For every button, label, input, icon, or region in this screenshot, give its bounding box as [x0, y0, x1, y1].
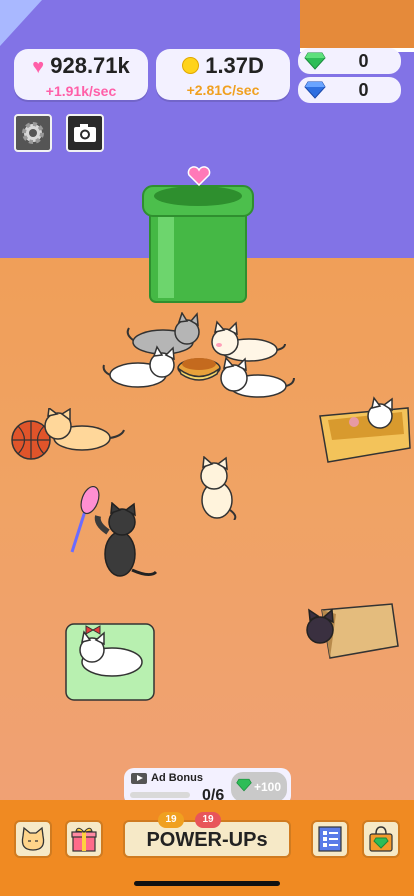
blue-gem-icon: [304, 81, 326, 99]
gift-button[interactable]: [65, 820, 103, 858]
cat-collection-button[interactable]: [14, 820, 52, 858]
heart-icon: ♥: [32, 56, 45, 78]
gift-icon: [71, 827, 97, 852]
coins-counter: 1.37D +2.81C/sec: [156, 49, 290, 100]
camera-button[interactable]: [66, 114, 104, 152]
hearts-rate: +1.91k/sec: [45, 83, 117, 99]
shopping-bag-icon: [369, 826, 393, 852]
cat-white-eating[interactable]: [102, 345, 182, 391]
blue-gem-counter: 0: [298, 77, 401, 103]
ad-progress-bar: [130, 792, 190, 798]
gear-icon: [22, 122, 44, 144]
green-gem-icon: [304, 52, 326, 70]
power-ups-badge-left: 19: [158, 812, 184, 828]
paper-bag-cat[interactable]: [300, 600, 402, 662]
green-gem-counter: 0: [298, 48, 401, 74]
camera-icon: [74, 124, 96, 142]
green-gem-icon: [236, 778, 252, 792]
coins-rate: +2.81C/sec: [186, 82, 260, 98]
play-triangle-icon: [137, 775, 143, 781]
cat-black-playing[interactable]: [92, 502, 160, 582]
cardboard-box-cat[interactable]: [318, 396, 412, 466]
cat-cream-sitting[interactable]: [194, 456, 240, 520]
heart-icon: [187, 166, 211, 186]
hearts-value: 928.71k: [50, 53, 130, 78]
game-screen: ♥ 928.71k +1.91k/sec 1.37D +2.81C/sec 0 …: [0, 0, 414, 896]
home-indicator: [134, 881, 280, 886]
coins-value: 1.37D: [205, 53, 264, 78]
ad-bonus-label: Ad Bonus: [151, 772, 203, 784]
gem-shop-button[interactable]: [362, 820, 400, 858]
hearts-counter: ♥ 928.71k +1.91k/sec: [14, 49, 148, 100]
green-gem-value: 0: [358, 50, 369, 71]
cat-orange-lying[interactable]: [40, 408, 126, 456]
checklist-button[interactable]: [311, 820, 349, 858]
settings-button[interactable]: [14, 114, 52, 152]
cushion-cat[interactable]: [62, 620, 158, 704]
coin-icon: [182, 57, 200, 74]
blue-gem-value: 0: [358, 79, 369, 100]
cat-white-lying[interactable]: [214, 356, 296, 402]
checklist-icon: [318, 826, 342, 852]
power-ups-badge-right: 19: [195, 812, 221, 828]
cat-face-icon: [21, 826, 45, 851]
roof-decoration: [300, 0, 414, 52]
ad-reward-badge: +100: [231, 772, 287, 802]
ad-reward-value: +100: [254, 780, 282, 794]
